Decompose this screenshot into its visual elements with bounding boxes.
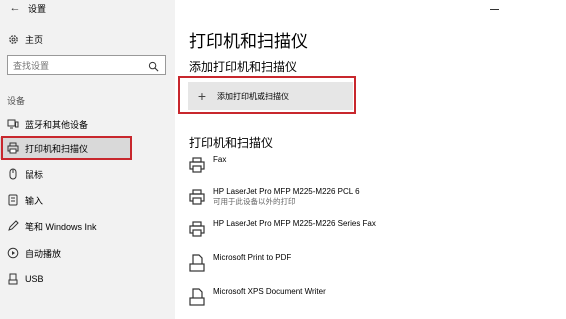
sidebar-item-label: 笔和 Windows Ink xyxy=(25,221,97,232)
sidebar-item-label: 自动播放 xyxy=(25,248,62,259)
sidebar-item-usb[interactable]: USB xyxy=(0,268,175,290)
sidebar-item-bluetooth[interactable]: 蓝牙和其他设备 xyxy=(0,113,175,135)
sidebar-item-label: USB xyxy=(25,274,44,284)
sidebar-item-home[interactable]: 主页 xyxy=(0,28,175,50)
highlight-frame-printers xyxy=(1,136,132,160)
sidebar-item-label: 主页 xyxy=(25,34,44,45)
search-icon[interactable] xyxy=(148,59,160,72)
printers-list-heading: 打印机和扫描仪 xyxy=(189,136,274,150)
pen-icon xyxy=(7,220,19,232)
printer-icon xyxy=(188,188,206,206)
printer-icon xyxy=(188,220,206,238)
sidebar-item-mouse[interactable]: 鼠标 xyxy=(0,163,175,185)
autoplay-icon xyxy=(7,247,19,259)
printer-item-hp-pcl6[interactable]: HP LaserJet Pro MFP M225-M226 PCL 6 可用于此… xyxy=(188,186,558,216)
usb-icon xyxy=(7,273,19,285)
keyboard-icon xyxy=(7,194,19,206)
search-box[interactable] xyxy=(7,55,166,75)
printer-name: HP LaserJet Pro MFP M225-M226 Series Fax xyxy=(213,219,376,228)
sidebar-item-pen[interactable]: 笔和 Windows Ink xyxy=(0,215,175,237)
section-label-devices: 设备 xyxy=(7,96,26,106)
gear-icon xyxy=(7,33,19,45)
document-printer-icon xyxy=(188,254,206,272)
sidebar-item-label: 鼠标 xyxy=(25,169,44,180)
add-section-heading: 添加打印机和扫描仪 xyxy=(189,60,298,74)
back-arrow-icon[interactable]: ← xyxy=(8,1,22,15)
page-title: 打印机和扫描仪 xyxy=(189,32,308,51)
mouse-icon xyxy=(7,168,19,180)
printer-item-fax[interactable]: Fax xyxy=(188,154,558,184)
printer-name: Fax xyxy=(213,155,227,164)
printer-name: Microsoft XPS Document Writer xyxy=(213,287,326,296)
sidebar-item-label: 蓝牙和其他设备 xyxy=(25,119,89,130)
minimize-button[interactable] xyxy=(486,0,502,10)
bluetooth-devices-icon xyxy=(7,118,19,130)
search-input[interactable] xyxy=(8,57,143,75)
sidebar-item-typing[interactable]: 输入 xyxy=(0,189,175,211)
sidebar-item-autoplay[interactable]: 自动播放 xyxy=(0,242,175,264)
window-title: 设置 xyxy=(28,4,47,14)
document-printer-icon xyxy=(188,288,206,306)
printer-name: Microsoft Print to PDF xyxy=(213,253,292,262)
fax-printer-icon xyxy=(188,156,206,174)
printer-name: HP LaserJet Pro MFP M225-M226 PCL 6 xyxy=(213,187,360,196)
printer-status: 可用于此设备以外的打印 xyxy=(213,197,296,206)
printer-item-pdf[interactable]: Microsoft Print to PDF xyxy=(188,252,558,282)
printer-item-hp-fax[interactable]: HP LaserJet Pro MFP M225-M226 Series Fax xyxy=(188,218,558,248)
sidebar-item-label: 输入 xyxy=(25,195,44,206)
title-bar: ← 设置 xyxy=(0,0,566,18)
highlight-frame-add-button xyxy=(178,76,356,114)
printer-item-xps[interactable]: Microsoft XPS Document Writer xyxy=(188,286,558,316)
